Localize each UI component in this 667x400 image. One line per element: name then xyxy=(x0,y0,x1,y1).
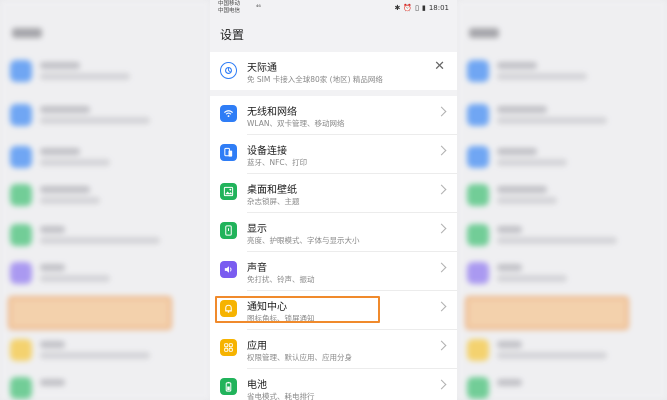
carrier-label-1: 中国移动 xyxy=(218,1,241,7)
chevron-right-icon xyxy=(436,340,447,351)
carrier-labels: 中国移动 中国电信 xyxy=(218,1,240,15)
chevron-right-icon xyxy=(436,145,447,156)
settings-item-subtitle: 权限管理、默认应用、应用分身 xyxy=(247,353,352,362)
clock: 18:01 xyxy=(428,4,449,12)
settings-list: 无线和网络 WLAN、双卡管理、移动网络 设备连接 蓝牙、NFC、打印 桌面和壁… xyxy=(210,96,457,400)
network-type: ⁴⁶ xyxy=(256,4,261,11)
chevron-right-icon xyxy=(436,106,447,117)
nfc-icon: ✱ xyxy=(394,4,401,12)
settings-item-title: 桌面和壁纸 xyxy=(247,185,297,196)
sound-icon xyxy=(220,261,237,278)
settings-item-wireless[interactable]: 无线和网络 WLAN、双卡管理、移动网络 xyxy=(210,96,457,134)
banner-subtitle: 免 SIM 卡接入全球80家 (地区) 精品网络 xyxy=(247,75,383,84)
settings-item-subtitle: WLAN、双卡管理、移动网络 xyxy=(247,119,345,128)
highlight-box xyxy=(215,296,380,323)
settings-item-title: 设备连接 xyxy=(247,146,287,157)
status-bar: 中国移动 中国电信 ⁴⁶ ✱ ⏰ ▯ ▮ 18:01 xyxy=(210,0,457,18)
chevron-right-icon xyxy=(436,223,447,234)
settings-item-title: 应用 xyxy=(247,341,267,352)
status-icons: ✱ ⏰ ▯ ▮ 18:01 xyxy=(395,4,450,12)
battery-status-icon: ▮ xyxy=(421,4,426,12)
chevron-right-icon xyxy=(436,262,447,273)
settings-item-title: 显示 xyxy=(247,224,267,235)
settings-item-subtitle: 免打扰、铃声、振动 xyxy=(247,275,315,284)
alarm-icon: ⏰ xyxy=(403,4,413,12)
tianjitong-icon xyxy=(220,62,237,79)
battery-icon xyxy=(220,378,237,395)
blurred-background-right xyxy=(457,0,667,400)
wallpaper-icon xyxy=(220,183,237,200)
settings-item-title: 电池 xyxy=(247,380,267,391)
settings-item-subtitle: 亮度、护眼模式、字体与显示大小 xyxy=(247,236,360,245)
wifi-icon xyxy=(220,105,237,122)
settings-item-subtitle: 省电模式、耗电排行 xyxy=(247,392,315,400)
close-icon[interactable]: ✕ xyxy=(434,60,445,73)
chevron-right-icon xyxy=(436,301,447,312)
settings-item-title: 无线和网络 xyxy=(247,107,297,118)
settings-item-display[interactable]: 显示 亮度、护眼模式、字体与显示大小 xyxy=(210,213,457,251)
settings-item-wallpaper[interactable]: 桌面和壁纸 杂志锁屏、主题 xyxy=(210,174,457,212)
settings-item-battery[interactable]: 电池 省电模式、耗电排行 xyxy=(210,369,457,400)
blurred-background-left xyxy=(0,0,210,400)
settings-item-subtitle: 杂志锁屏、主题 xyxy=(247,197,300,206)
settings-screen: 中国移动 中国电信 ⁴⁶ ✱ ⏰ ▯ ▮ 18:01 设置 天际通 免 SIM … xyxy=(210,0,457,400)
settings-item-sound[interactable]: 声音 免打扰、铃声、振动 xyxy=(210,252,457,290)
apps-icon xyxy=(220,339,237,356)
tianjitong-banner[interactable]: 天际通 免 SIM 卡接入全球80家 (地区) 精品网络 ✕ xyxy=(210,52,457,90)
chevron-right-icon xyxy=(436,184,447,195)
banner-title: 天际通 xyxy=(247,63,277,74)
vibrate-icon: ▯ xyxy=(415,4,419,12)
chevron-right-icon xyxy=(436,379,447,390)
settings-item-devices[interactable]: 设备连接 蓝牙、NFC、打印 xyxy=(210,135,457,173)
page-title: 设置 xyxy=(220,28,245,42)
device-connect-icon xyxy=(220,144,237,161)
settings-item-title: 声音 xyxy=(247,263,267,274)
settings-item-subtitle: 蓝牙、NFC、打印 xyxy=(247,158,308,167)
settings-item-apps[interactable]: 应用 权限管理、默认应用、应用分身 xyxy=(210,330,457,368)
carrier-label-2: 中国电信 xyxy=(218,8,241,14)
display-icon xyxy=(220,222,237,239)
